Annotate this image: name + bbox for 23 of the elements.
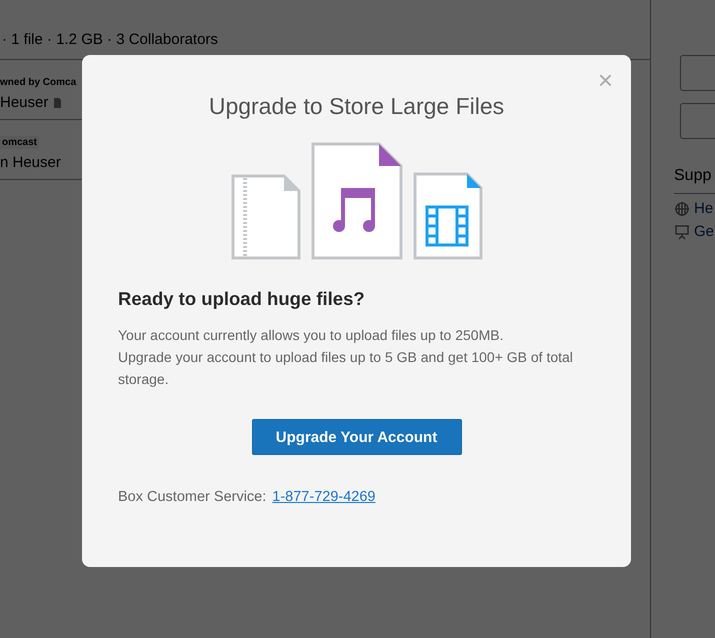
upgrade-button[interactable]: Upgrade Your Account [252,419,462,455]
music-file-icon [310,142,402,260]
sidebar-box [680,55,715,91]
owner-name: n Heuser [0,154,61,171]
zip-file-icon [230,174,300,260]
file-icon [54,98,62,108]
video-file-icon [412,172,482,260]
presentation-icon [674,224,690,240]
owner-tag: omcast [0,136,40,149]
owner-tag: wned by Comca [0,77,76,88]
dialog-message: Upgrade your account to upload files up to 5 GB and get 100+ GB of total storage. [118,348,574,389]
dialog-title: Upgrade to Store Large Files [208,93,506,120]
sidebar-box [680,103,715,139]
help-link[interactable]: He [694,200,714,217]
owner-name: Heuser [0,94,48,111]
dialog-message: Your account currently allows you to upload files up to 250MB. [118,326,504,345]
close-button[interactable]: × [598,67,613,93]
dialog-heading: Ready to upload huge files? [118,288,366,310]
support-label: Box Customer Service: [118,489,266,505]
help-link[interactable]: Ge [694,223,714,240]
sidebar-heading: Supp [674,167,715,194]
phone-link[interactable]: 1-877-729-4269 [272,489,376,505]
globe-icon [674,200,690,216]
